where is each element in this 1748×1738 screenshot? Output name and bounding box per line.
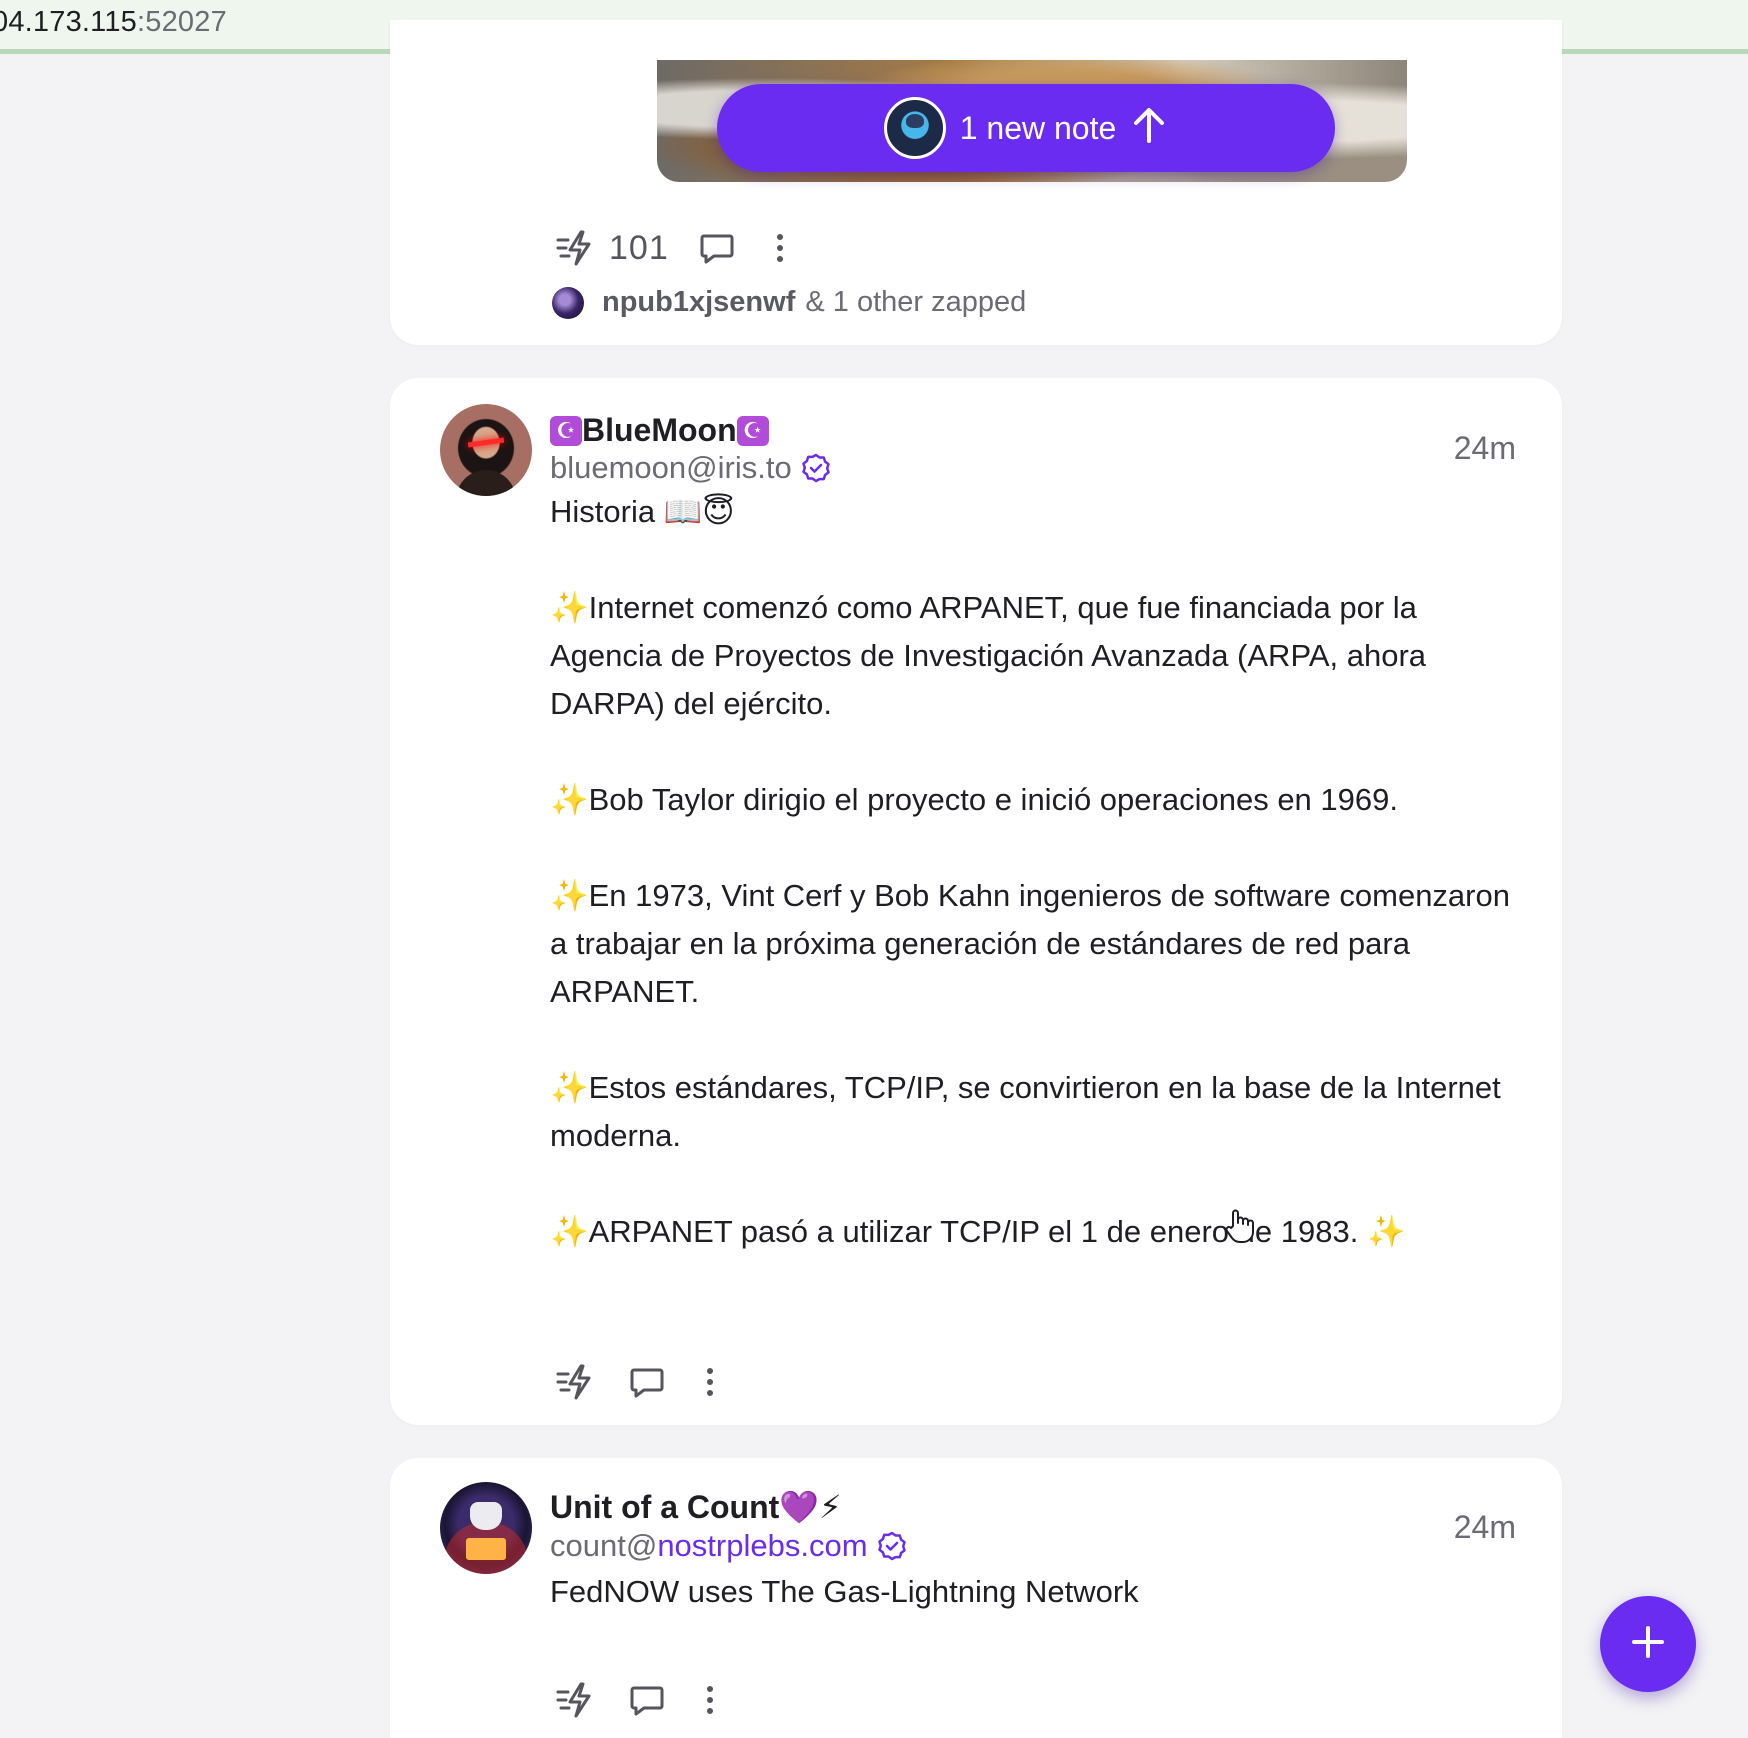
new-note-author-avatar xyxy=(883,97,946,159)
author-display-name[interactable]: Unit of a Count 💜⚡ xyxy=(550,1488,842,1526)
reply-icon[interactable] xyxy=(699,230,735,266)
note-content: Historia 📖😇 ✨Internet comenzó como ARPAN… xyxy=(550,488,1520,1256)
more-options-icon[interactable] xyxy=(776,234,783,262)
arrow-up-icon xyxy=(1130,105,1168,152)
verified-badge-icon xyxy=(876,1530,908,1562)
new-note-fab-button[interactable] xyxy=(1600,1596,1696,1692)
reply-icon[interactable] xyxy=(629,1682,665,1718)
author-avatar[interactable] xyxy=(440,1482,532,1574)
note-content: FedNOW uses The Gas-Lightning Network xyxy=(550,1574,1139,1609)
moon-emoji: ☪ xyxy=(550,415,582,446)
note-title-line: Historia 📖😇 xyxy=(550,494,735,529)
zap-icon[interactable] xyxy=(555,228,595,268)
zapper-name[interactable]: npub1xjsenwf xyxy=(602,286,795,319)
new-notes-label: 1 new note xyxy=(959,109,1117,146)
more-options-icon[interactable] xyxy=(707,1368,713,1396)
note-paragraph: ✨Estos estándares, TCP/IP, se convirtier… xyxy=(550,1070,1501,1153)
note-paragraph: ✨ARPANET pasó a utilizar TCP/IP el 1 de … xyxy=(550,1214,1406,1249)
note-paragraph: ✨En 1973, Vint Cerf y Bob Kahn ingeniero… xyxy=(550,878,1510,1009)
note-actions xyxy=(555,1362,713,1402)
note-timestamp[interactable]: 24m xyxy=(1454,430,1516,467)
note-card: ☪ BlueMoon ☪ bluemoon@iris.to 24m Histor… xyxy=(390,378,1562,1425)
reply-icon[interactable] xyxy=(629,1364,665,1400)
hand-cursor-icon xyxy=(1223,1208,1257,1249)
heart-lightning-emoji: 💜⚡ xyxy=(779,1489,842,1525)
zap-count: 101 xyxy=(609,228,669,267)
note-card: Unit of a Count 💜⚡ count@ nostrplebs.com … xyxy=(390,1458,1562,1738)
zapped-by-suffix: & 1 other zapped xyxy=(805,286,1027,318)
zapper-avatar[interactable] xyxy=(552,286,584,319)
author-nip05[interactable]: count@ nostrplebs.com xyxy=(550,1528,908,1564)
note-timestamp[interactable]: 24m xyxy=(1454,1509,1516,1546)
author-display-name[interactable]: ☪ BlueMoon ☪ xyxy=(550,412,769,449)
zapped-by-row: npub1xjsenwf & 1 other zapped xyxy=(552,286,1026,319)
nip05-domain-link[interactable]: nostrplebs.com xyxy=(657,1528,867,1564)
url-text[interactable]: 04.173.115:52027 xyxy=(0,6,227,39)
moon-emoji: ☪ xyxy=(736,415,769,446)
new-notes-button[interactable]: 1 new note xyxy=(717,84,1335,172)
note-card-previous: 101 npub1xjsenwf & 1 other zapped xyxy=(390,20,1562,345)
zap-icon[interactable] xyxy=(555,1362,595,1402)
note-paragraph: ✨Internet comenzó como ARPANET, que fue … xyxy=(550,590,1427,721)
more-options-icon[interactable] xyxy=(707,1686,713,1714)
note-paragraph: ✨Bob Taylor dirigio el proyecto e inició… xyxy=(550,782,1398,817)
note-actions: 101 xyxy=(555,228,783,268)
zap-icon[interactable] xyxy=(555,1680,595,1720)
author-avatar[interactable] xyxy=(440,404,532,496)
note-actions xyxy=(555,1680,713,1720)
plus-icon xyxy=(1628,1622,1668,1667)
verified-badge-icon xyxy=(800,452,832,484)
author-nip05[interactable]: bluemoon@iris.to xyxy=(550,450,832,486)
